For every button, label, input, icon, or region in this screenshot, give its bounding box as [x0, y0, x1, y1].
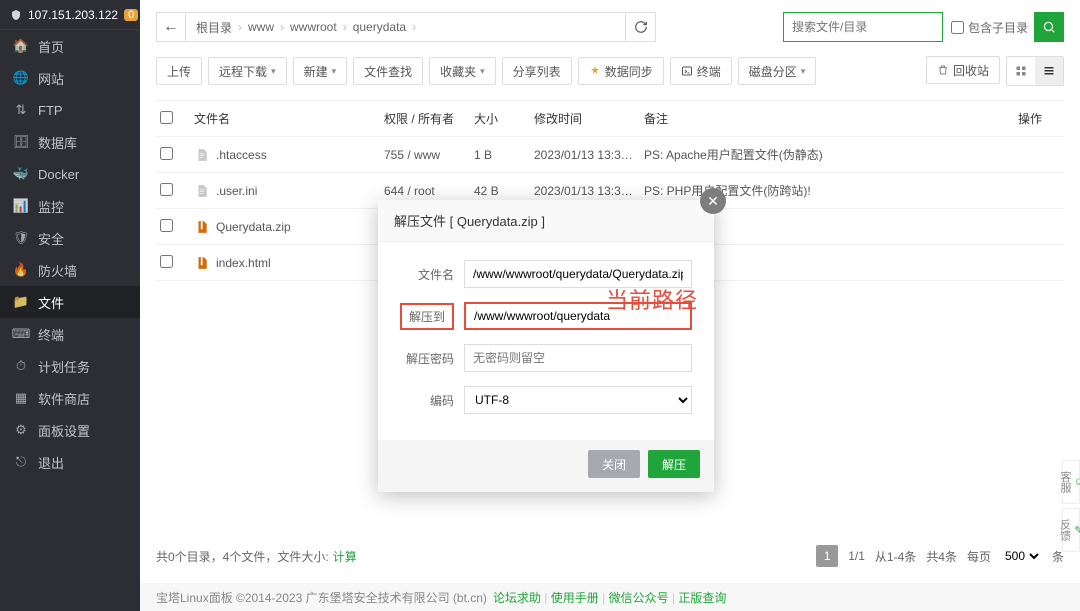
- input-filename[interactable]: [464, 260, 692, 288]
- modal-close-btn[interactable]: 关闭: [588, 450, 640, 478]
- select-encoding[interactable]: UTF-8: [464, 386, 692, 414]
- modal-confirm-btn[interactable]: 解压: [648, 450, 700, 478]
- label-password: 解压密码: [400, 350, 454, 367]
- input-password[interactable]: [464, 344, 692, 372]
- label-target: 解压到: [400, 303, 454, 330]
- label-filename: 文件名: [400, 266, 454, 283]
- label-encoding: 编码: [400, 392, 454, 409]
- extract-modal: 解压文件 [ Querydata.zip ] ✕ 文件名 解压到 解压密码 编码…: [378, 200, 714, 492]
- modal-title: 解压文件 [ Querydata.zip ]: [378, 200, 714, 242]
- input-target[interactable]: [464, 302, 692, 330]
- modal-close-button[interactable]: ✕: [700, 188, 726, 214]
